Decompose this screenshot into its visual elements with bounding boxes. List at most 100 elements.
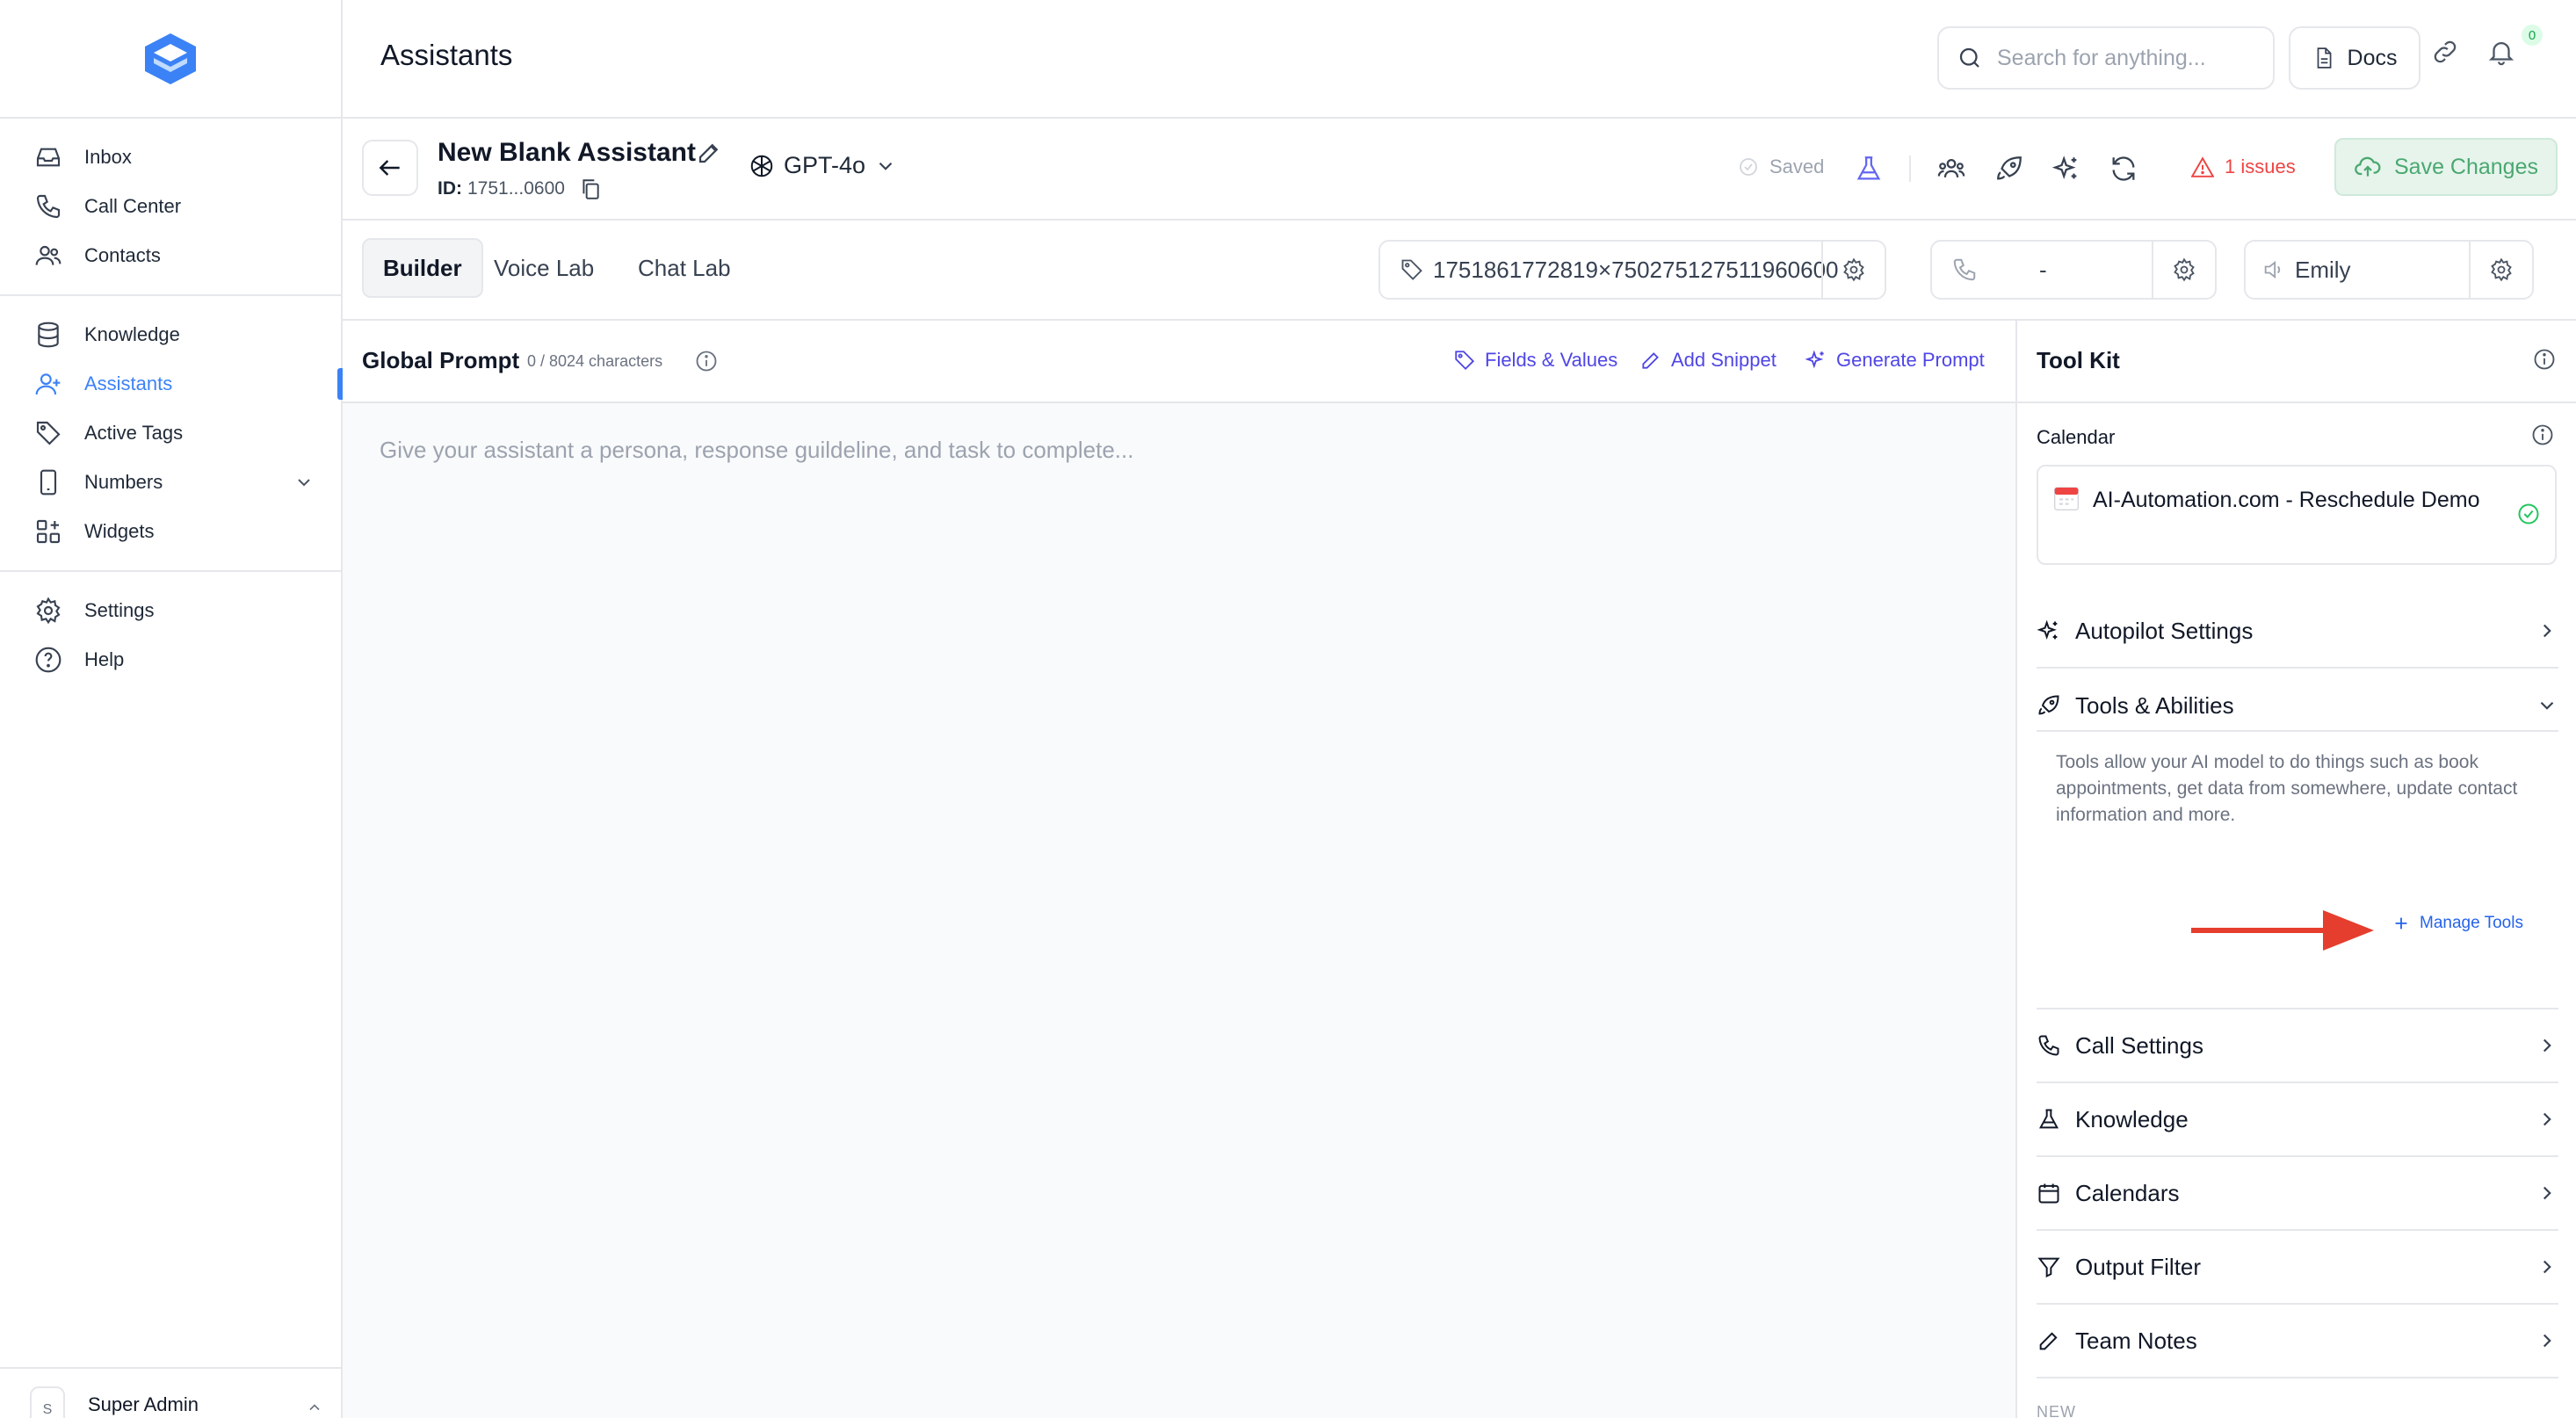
section-team-notes[interactable]: Team Notes <box>2037 1305 2558 1378</box>
model-select[interactable]: GPT-4o <box>749 152 897 179</box>
team-icon[interactable] <box>1936 154 1966 184</box>
filter-icon <box>2037 1255 2063 1279</box>
refresh-icon[interactable] <box>2109 154 2138 184</box>
calendar-icon <box>2037 1181 2063 1205</box>
link-icon[interactable] <box>2430 37 2460 67</box>
brand-logo-icon[interactable] <box>141 32 199 86</box>
phone-selector[interactable]: - <box>1930 240 2217 300</box>
check-circle-icon <box>2516 502 2541 526</box>
plus-icon <box>2391 914 2411 933</box>
back-button[interactable] <box>362 140 418 196</box>
voice-selector[interactable]: Emily <box>2244 240 2534 300</box>
search-box[interactable] <box>1937 26 2275 90</box>
sparkles-icon <box>1805 349 1827 372</box>
sidebar-item-assistants[interactable]: Assistants <box>0 359 343 409</box>
chevron-down-icon[interactable] <box>293 472 315 493</box>
global-prompt-textarea[interactable] <box>380 437 1979 1385</box>
generate-prompt-label: Generate Prompt <box>1836 349 1985 371</box>
info-icon[interactable] <box>2530 423 2555 447</box>
info-icon[interactable] <box>694 349 719 373</box>
issues-indicator[interactable]: 1 issues <box>2191 156 2296 178</box>
calendar-name: AI-Automation.com - Reschedule Demo <box>2093 488 2480 512</box>
section-call-settings[interactable]: Call Settings <box>2037 1009 2558 1083</box>
chevron-up-icon[interactable] <box>306 1399 323 1416</box>
tag-icon <box>1453 349 1476 372</box>
toolkit-panel: Tool Kit Calendar AI-Automation.com - Re… <box>2015 321 2576 1418</box>
sidebar-item-call-center[interactable]: Call Center <box>0 182 341 231</box>
section-knowledge[interactable]: Knowledge <box>2037 1083 2558 1157</box>
database-icon <box>33 320 63 350</box>
notification-badge: 0 <box>2522 25 2543 46</box>
info-icon[interactable] <box>2532 347 2557 372</box>
phone-icon <box>33 192 63 221</box>
tag-icon <box>1400 257 1424 282</box>
calendar-card[interactable]: AI-Automation.com - Reschedule Demo <box>2037 465 2557 565</box>
section-label: Output Filter <box>2075 1253 2202 1280</box>
tab-builder[interactable]: Builder <box>362 238 483 298</box>
nav-group-build: Knowledge Assistants Active Tags Numbers <box>0 296 343 572</box>
user-name: Super Admin <box>88 1393 199 1415</box>
sidebar-item-label: Contacts <box>84 244 161 266</box>
sidebar: Inbox Call Center Contacts Knowledge Ass… <box>0 0 343 1418</box>
sidebar-item-contacts[interactable]: Contacts <box>0 231 341 280</box>
section-autopilot-settings[interactable]: Autopilot Settings <box>2037 595 2558 669</box>
section-output-filter[interactable]: Output Filter <box>2037 1231 2558 1305</box>
save-changes-button[interactable]: Save Changes <box>2334 138 2558 196</box>
fields-values-button[interactable]: Fields & Values <box>1453 349 1617 372</box>
calendar-label: Calendar <box>2037 426 2116 448</box>
tag-settings-gear-icon[interactable] <box>1821 242 1885 298</box>
voice-settings-gear-icon[interactable] <box>2469 242 2532 298</box>
tag-icon <box>33 418 63 448</box>
sidebar-item-help[interactable]: Help <box>0 635 341 684</box>
prompt-header: Global Prompt 0 / 8024 characters Fields… <box>343 321 2015 403</box>
header-divider <box>1909 156 1911 182</box>
sidebar-item-inbox[interactable]: Inbox <box>0 133 341 182</box>
docs-button[interactable]: Docs <box>2289 26 2420 90</box>
sidebar-item-knowledge[interactable]: Knowledge <box>0 310 341 359</box>
section-label: Autopilot Settings <box>2075 617 2254 644</box>
section-calendars[interactable]: Calendars <box>2037 1157 2558 1231</box>
manage-tools-link[interactable]: Manage Tools <box>2391 914 2523 933</box>
user-menu[interactable]: S Super Admin <box>0 1367 341 1418</box>
pencil-icon[interactable] <box>696 140 722 166</box>
section-label: Call Settings <box>2075 1031 2203 1059</box>
sidebar-item-label: Inbox <box>84 146 132 168</box>
copy-icon[interactable] <box>579 177 602 201</box>
add-snippet-label: Add Snippet <box>1671 349 1776 371</box>
section-label: Tools & Abilities <box>2075 691 2234 719</box>
tab-chat-lab[interactable]: Chat Lab <box>619 238 750 298</box>
flask-icon[interactable] <box>1854 154 1884 184</box>
tab-voice-lab[interactable]: Voice Lab <box>474 238 613 298</box>
sidebar-item-widgets[interactable]: Widgets <box>0 507 341 556</box>
calendar-icon <box>2052 484 2080 512</box>
assistant-id-label: ID: <box>438 178 462 199</box>
assistant-id-value: 1751...0600 <box>467 178 565 199</box>
sidebar-item-label: Numbers <box>84 471 163 493</box>
rocket-icon[interactable] <box>1994 154 2024 184</box>
tools-description: Tools allow your AI model to do things s… <box>2056 752 2518 825</box>
sparkles-icon[interactable] <box>2051 154 2081 184</box>
chevron-down-icon <box>874 155 897 177</box>
sidebar-item-active-tags[interactable]: Active Tags <box>0 409 341 458</box>
inbox-icon <box>33 142 63 172</box>
sidebar-item-settings[interactable]: Settings <box>0 586 341 635</box>
sidebar-item-numbers[interactable]: Numbers <box>0 458 341 507</box>
annotation-arrow-icon <box>2188 905 2376 956</box>
phone-settings-gear-icon[interactable] <box>2152 242 2215 298</box>
phone-icon <box>1951 257 1978 283</box>
docs-label: Docs <box>2347 45 2398 70</box>
avatar: S <box>30 1386 65 1418</box>
chevron-right-icon <box>2536 1329 2558 1352</box>
prompt-title: Global Prompt <box>362 347 520 373</box>
bell-icon[interactable] <box>2486 37 2516 67</box>
sidebar-item-label: Settings <box>84 599 155 621</box>
save-changes-label: Save Changes <box>2393 154 2538 179</box>
mobile-icon <box>33 467 63 497</box>
add-snippet-button[interactable]: Add Snippet <box>1639 349 1776 372</box>
pencil-icon <box>1639 349 1662 372</box>
tag-selector[interactable]: 1751861772819×750275127511960600 <box>1378 240 1886 300</box>
generate-prompt-button[interactable]: Generate Prompt <box>1805 349 1985 372</box>
page-title: Assistants <box>380 39 513 71</box>
search-input[interactable] <box>1997 45 2252 71</box>
help-icon <box>33 645 63 675</box>
